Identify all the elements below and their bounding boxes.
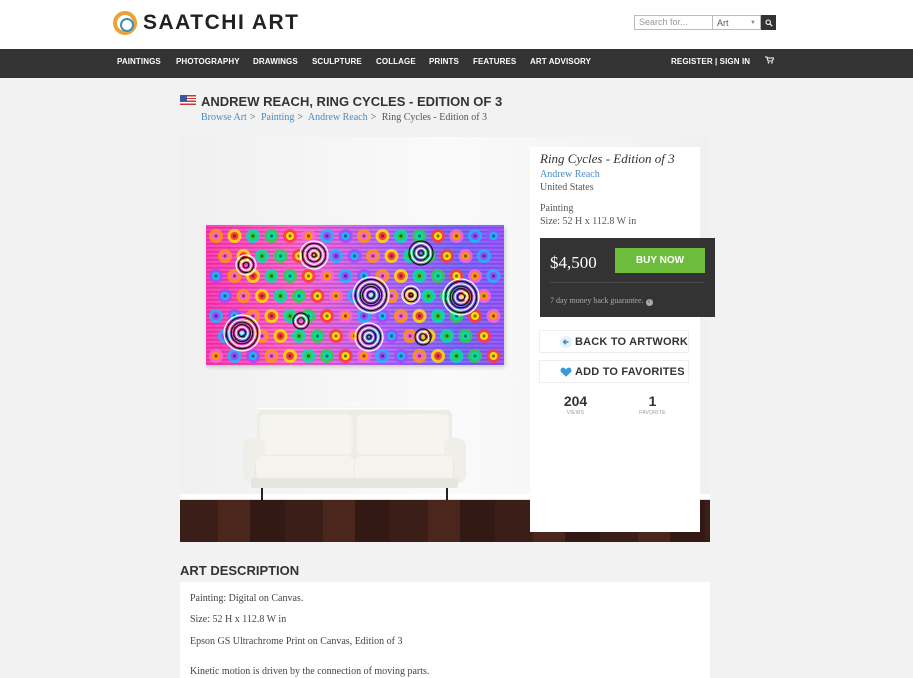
description-line: Kinetic motion is driven by the connecti…	[190, 666, 430, 677]
description-line: Size: 52 H x 112.8 W in	[190, 614, 287, 625]
scale-label: 6 FT	[346, 403, 359, 409]
views-count: 204	[563, 393, 588, 409]
nav-drawings[interactable]: DRAWINGS	[253, 57, 298, 66]
search-input[interactable]: Search for...	[634, 15, 713, 30]
artwork-size: Size: 52 H x 112.8 W in	[540, 216, 637, 227]
site-header: SAATCHI ART Search for... Art ▼	[0, 0, 913, 49]
nav-sculpture[interactable]: SCULPTURE	[312, 57, 362, 66]
price: $4,500	[550, 253, 597, 272]
buy-now-button[interactable]: BUY NOW	[615, 248, 705, 273]
artist-link[interactable]: Andrew Reach	[540, 169, 600, 180]
main-nav: PAINTINGS PHOTOGRAPHY DRAWINGS SCULPTURE…	[0, 49, 913, 78]
cart-icon[interactable]	[765, 56, 775, 66]
nav-art-advisory[interactable]: ART ADVISORY	[530, 57, 591, 66]
search-icon	[764, 18, 773, 27]
views-stat: 204 VIEWS	[539, 388, 612, 424]
nav-features[interactable]: FEATURES	[473, 57, 516, 66]
breadcrumb: Browse Art > Painting > Andrew Reach > Ring…	[201, 112, 487, 123]
description-line: Epson GS Ultrachrome Print on Canvas, Ed…	[190, 636, 403, 647]
description-line: Painting: Digital on Canvas.	[190, 593, 304, 604]
search-button[interactable]	[761, 15, 776, 30]
breadcrumb-browse-art[interactable]: Browse Art	[201, 112, 247, 123]
back-to-artwork-button[interactable]: BACK TO ARTWORK	[539, 330, 689, 353]
artwork-title: Ring Cycles - Edition of 3	[540, 151, 675, 166]
guarantee-text: 7 day money back guarantee.	[550, 296, 644, 305]
guarantee-note: 7 day money back guarantee. i	[550, 296, 653, 306]
nav-collage[interactable]: COLLAGE	[376, 57, 416, 66]
views-label: VIEWS	[566, 410, 585, 416]
artwork-medium: Painting	[540, 203, 574, 214]
artist-country: United States	[540, 182, 594, 193]
artwork-image[interactable]	[206, 225, 504, 365]
page-title: ANDREW REACH, RING CYCLES - EDITION OF 3	[201, 94, 503, 109]
chevron-down-icon: ▼	[750, 19, 756, 26]
logo-text: SAATCHI ART	[143, 11, 300, 34]
favorites-stat: 1 FAVORITE	[616, 388, 689, 424]
breadcrumb-current: Ring Cycles - Edition of 3	[381, 112, 488, 123]
nav-prints[interactable]: PRINTS	[429, 57, 459, 66]
heart-icon	[560, 366, 572, 378]
favorites-count: 1	[648, 393, 657, 409]
logo-ring-icon	[113, 11, 137, 35]
purchase-box: $4,500 BUY NOW 7 day money back guarante…	[540, 238, 715, 317]
breadcrumb-separator: >	[249, 112, 256, 123]
favorites-label: FAVORITE	[639, 410, 666, 416]
add-to-favorites-label: ADD TO FAVORITES	[575, 365, 685, 378]
search-category-value: Art	[717, 17, 729, 28]
search-category-select[interactable]: Art ▼	[713, 15, 761, 30]
breadcrumb-painting[interactable]: Painting	[261, 112, 294, 123]
add-to-favorites-button[interactable]: ADD TO FAVORITES	[539, 360, 689, 383]
back-to-artwork-label: BACK TO ARTWORK	[575, 335, 688, 348]
nav-paintings[interactable]: PAINTINGS	[117, 57, 161, 66]
arrow-left-icon	[560, 335, 572, 348]
art-description: Painting: Digital on Canvas. Size: 52 H …	[180, 582, 710, 678]
info-icon[interactable]: i	[645, 299, 653, 306]
sofa	[243, 410, 466, 500]
breadcrumb-separator: >	[297, 112, 303, 123]
us-flag-icon	[180, 95, 196, 105]
breadcrumb-artist[interactable]: Andrew Reach	[308, 112, 368, 123]
breadcrumb-separator: >	[370, 112, 377, 123]
register-sign-in-link[interactable]: REGISTER | SIGN IN	[671, 57, 750, 66]
divider	[550, 282, 705, 283]
nav-photography[interactable]: PHOTOGRAPHY	[176, 57, 240, 66]
art-description-heading: ART DESCRIPTION	[180, 563, 300, 578]
logo[interactable]: SAATCHI ART	[113, 11, 300, 35]
search-bar: Search for... Art ▼	[634, 15, 776, 30]
